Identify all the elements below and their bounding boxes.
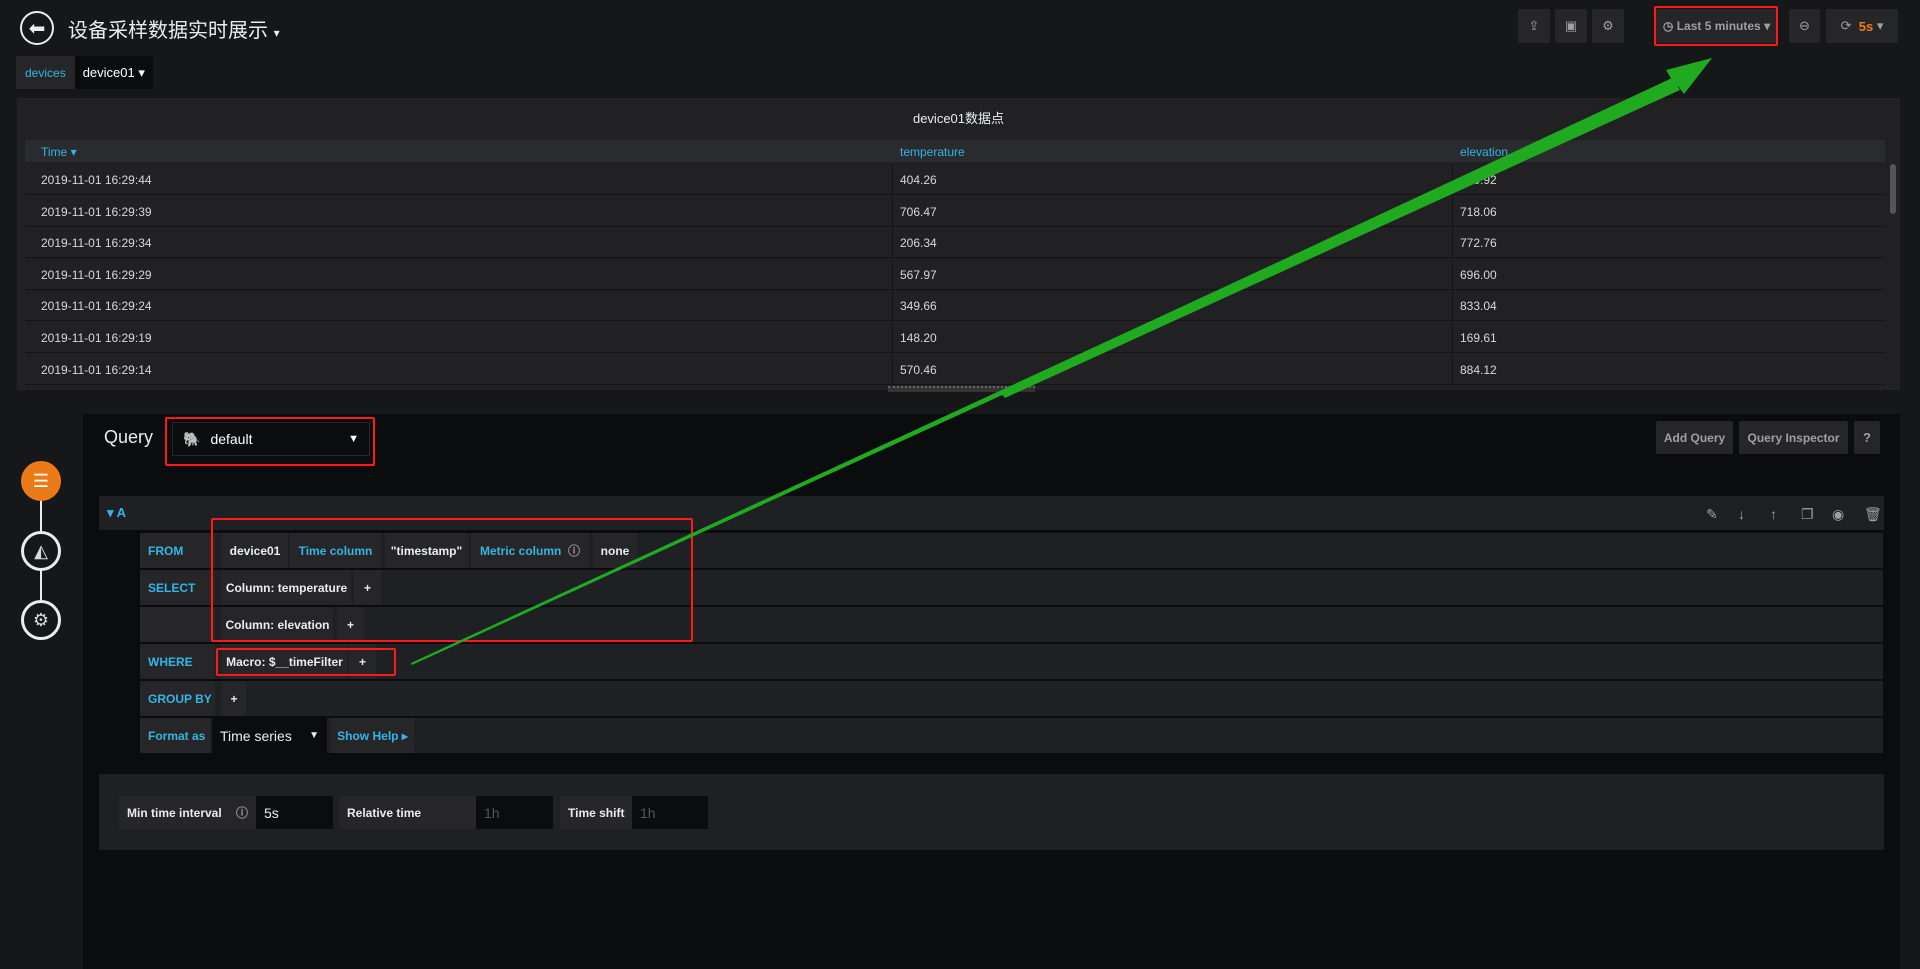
- arrow-shaft: [1000, 78, 1680, 398]
- arrow-shape: [411, 58, 1712, 665]
- annotation-arrow: [411, 58, 1712, 665]
